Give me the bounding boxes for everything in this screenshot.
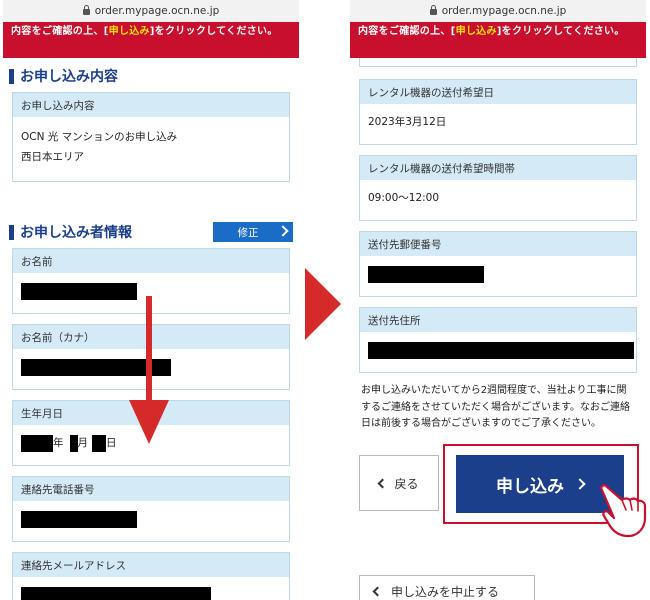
- banner-text-before: 内容をご確認の上、[: [11, 26, 109, 37]
- next-step-arrow-icon: [305, 268, 341, 340]
- left-phone-screen: order.mypage.ocn.ne.jp 内容をご確認の上、[申し込み]をク…: [3, 0, 299, 600]
- url-text: order.mypage.ocn.ne.jp: [94, 5, 220, 17]
- scroll-down-arrow-icon: [129, 296, 169, 444]
- back-label: 戻る: [394, 476, 419, 491]
- previous-card-bottom: [359, 58, 637, 67]
- banner-text-after: ]をクリックしてください。: [496, 26, 625, 37]
- order-line-1: OCN 光 マンションのお申し込み: [21, 131, 178, 143]
- chevron-right-icon: [574, 478, 586, 490]
- submit-label: 申し込み: [496, 476, 564, 497]
- lock-icon: [429, 5, 437, 15]
- day-suffix: 日: [106, 437, 117, 449]
- pointing-hand-icon: [600, 484, 647, 538]
- notice-text: お申し込みいただいてから2週間程度で、当社より工事に関するご連絡をさせていただく…: [361, 385, 630, 429]
- url-text: order.mypage.ocn.ne.jp: [441, 5, 567, 17]
- section-order-content: お申し込み内容: [9, 64, 293, 88]
- address-card: 送付先住所: [359, 307, 637, 373]
- url-bar[interactable]: order.mypage.ocn.ne.jp: [350, 0, 646, 22]
- card-label: レンタル機器の送付希望日: [360, 80, 636, 104]
- chevron-left-icon: [372, 586, 383, 596]
- cancel-application-button[interactable]: 申し込みを中止する: [359, 575, 535, 600]
- instruction-banner: 内容をご確認の上、[申し込み]をクリックしてください。: [350, 22, 646, 58]
- card-label: 送付先住所: [360, 308, 636, 332]
- phone-value: [13, 501, 289, 541]
- postal-code-value: [360, 256, 636, 296]
- redacted-name: [21, 282, 137, 300]
- redacted-month: [69, 434, 78, 452]
- banner-text-after: ]をクリックしてください。: [149, 26, 278, 37]
- address-value: [360, 332, 636, 372]
- email-value: [13, 577, 289, 600]
- chevron-left-icon: [378, 478, 388, 488]
- month-suffix: 月: [77, 437, 89, 449]
- email-card: 連絡先メールアドレス: [12, 552, 290, 600]
- order-content-card: お申し込み内容 OCN 光 マンションのお申し込み 西日本エリア: [12, 92, 290, 182]
- section-title: お申し込み者情報: [20, 225, 132, 241]
- redacted-postal-code: [368, 265, 484, 283]
- section-bar: [9, 68, 14, 84]
- section-applicant-info: お申し込み者情報 修正: [9, 220, 293, 244]
- delivery-date-card: レンタル機器の送付希望日 2023年3月12日: [359, 79, 637, 145]
- postal-code-card: 送付先郵便番号: [359, 231, 637, 297]
- edit-button[interactable]: 修正: [213, 222, 293, 242]
- banner-text-before: 内容をご確認の上、[: [358, 26, 456, 37]
- order-line-2: 西日本エリア: [21, 151, 84, 163]
- section-title: お申し込み内容: [20, 69, 118, 85]
- redacted-email: [21, 586, 211, 600]
- card-label: レンタル機器の送付希望時間帯: [360, 156, 636, 180]
- chevron-right-icon: [277, 225, 289, 237]
- card-label: お名前: [13, 249, 289, 273]
- redacted-year: [21, 434, 53, 452]
- instruction-banner: 内容をご確認の上、[申し込み]をクリックしてください。: [3, 22, 299, 58]
- card-label: 連絡先電話番号: [13, 477, 289, 501]
- redacted-address: [368, 341, 634, 359]
- banner-highlight: 申し込み: [455, 26, 497, 37]
- card-label: お申し込み内容: [13, 93, 289, 117]
- cancel-label: 申し込みを中止する: [391, 584, 500, 599]
- banner-highlight: 申し込み: [108, 26, 150, 37]
- edit-label: 修正: [237, 226, 259, 239]
- section-bar: [9, 224, 14, 240]
- lock-icon: [82, 5, 90, 15]
- delivery-time-value: 09:00〜12:00: [368, 192, 440, 204]
- url-bar[interactable]: order.mypage.ocn.ne.jp: [3, 0, 299, 22]
- redacted-phone: [21, 510, 137, 528]
- phone-card: 連絡先電話番号: [12, 476, 290, 542]
- delivery-time-card: レンタル機器の送付希望時間帯 09:00〜12:00: [359, 155, 637, 221]
- delivery-date-value: 2023年3月12日: [368, 116, 447, 128]
- card-label: 送付先郵便番号: [360, 232, 636, 256]
- card-label: 連絡先メールアドレス: [13, 553, 289, 577]
- year-suffix: 年: [53, 437, 64, 449]
- back-button[interactable]: 戻る: [359, 455, 439, 511]
- redacted-day: [92, 434, 106, 452]
